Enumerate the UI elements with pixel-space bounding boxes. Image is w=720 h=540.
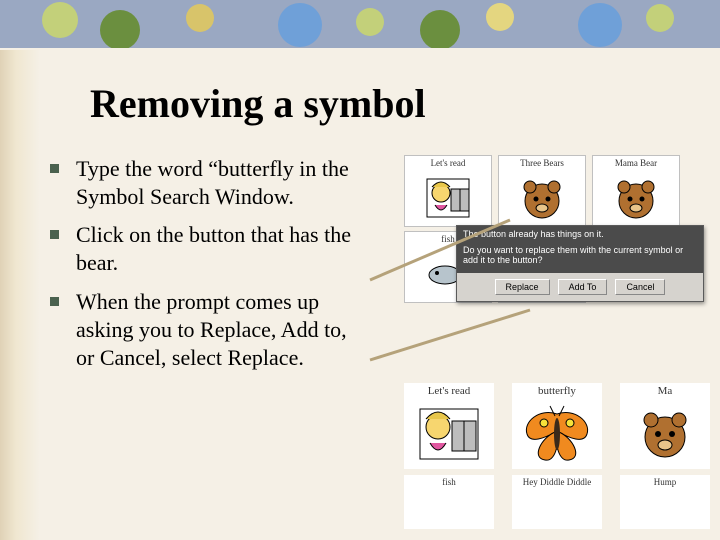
bullet-item: Click on the button that has the bear.: [50, 221, 370, 277]
bullet-item: Type the word “butterfly in the Symbol S…: [50, 155, 370, 211]
symbol-grid-row: Let's read butterfly Ma: [404, 383, 710, 469]
replace-prompt-dialog: The button already has things on it. Do …: [456, 225, 704, 302]
symbol-label: fish: [404, 475, 494, 489]
blank-icon: [620, 489, 710, 529]
symbol-label: butterfly: [512, 383, 602, 399]
bullet-square-icon: [50, 164, 59, 173]
dialog-message: Do you want to replace them with the cur…: [457, 242, 703, 273]
symbol-label: Hump: [620, 475, 710, 489]
replace-button[interactable]: Replace: [495, 279, 550, 295]
symbol-cell-mama-bear[interactable]: Mama Bear: [592, 155, 680, 227]
girl-book-icon: [405, 170, 491, 226]
symbol-grid-row: Let's read Three Bears Mama Bear: [404, 155, 710, 227]
blank-icon: [404, 489, 494, 529]
symbol-cell-butterfly[interactable]: butterfly: [512, 383, 602, 469]
symbol-grid-row: fish Hey Diddle Diddle Hump: [404, 475, 710, 529]
symbol-cell-lets-read[interactable]: Let's read: [404, 383, 494, 469]
symbol-label: Three Bears: [499, 156, 585, 170]
symbol-cell-lets-read[interactable]: Let's read: [404, 155, 492, 227]
app-preview: Let's read Three Bears Mama Bear: [380, 155, 710, 515]
symbol-cell-ma[interactable]: Ma: [620, 383, 710, 469]
bullet-square-icon: [50, 230, 59, 239]
symbol-label: Mama Bear: [593, 156, 679, 170]
slide-title: Removing a symbol: [90, 80, 720, 127]
bullet-item: When the prompt comes up asking you to R…: [50, 288, 370, 372]
symbol-cell-hey-diddle[interactable]: Hey Diddle Diddle: [512, 475, 602, 529]
girl-book-icon: [404, 399, 494, 469]
bear-icon: [620, 399, 710, 469]
dialog-title: The button already has things on it.: [457, 226, 703, 242]
symbol-cell-hump[interactable]: Hump: [620, 475, 710, 529]
blank-icon: [512, 489, 602, 529]
bullet-square-icon: [50, 297, 59, 306]
dialog-button-row: Replace Add To Cancel: [457, 273, 703, 301]
bullet-text: When the prompt comes up asking you to R…: [76, 288, 370, 372]
bullet-list: Type the word “butterfly in the Symbol S…: [50, 155, 370, 515]
symbol-label: Hey Diddle Diddle: [512, 475, 602, 489]
symbol-label: Ma: [620, 383, 710, 399]
add-to-button[interactable]: Add To: [558, 279, 608, 295]
symbol-label: Let's read: [404, 383, 494, 399]
cancel-button[interactable]: Cancel: [615, 279, 665, 295]
symbol-cell-three-bears[interactable]: Three Bears: [498, 155, 586, 227]
bear-icon: [499, 170, 585, 226]
symbol-label: Let's read: [405, 156, 491, 170]
bullet-text: Type the word “butterfly in the Symbol S…: [76, 155, 370, 211]
bear-icon: [593, 170, 679, 226]
butterfly-icon: [512, 399, 602, 469]
bullet-text: Click on the button that has the bear.: [76, 221, 370, 277]
floral-banner: [0, 0, 720, 60]
symbol-cell-fish[interactable]: fish: [404, 475, 494, 529]
